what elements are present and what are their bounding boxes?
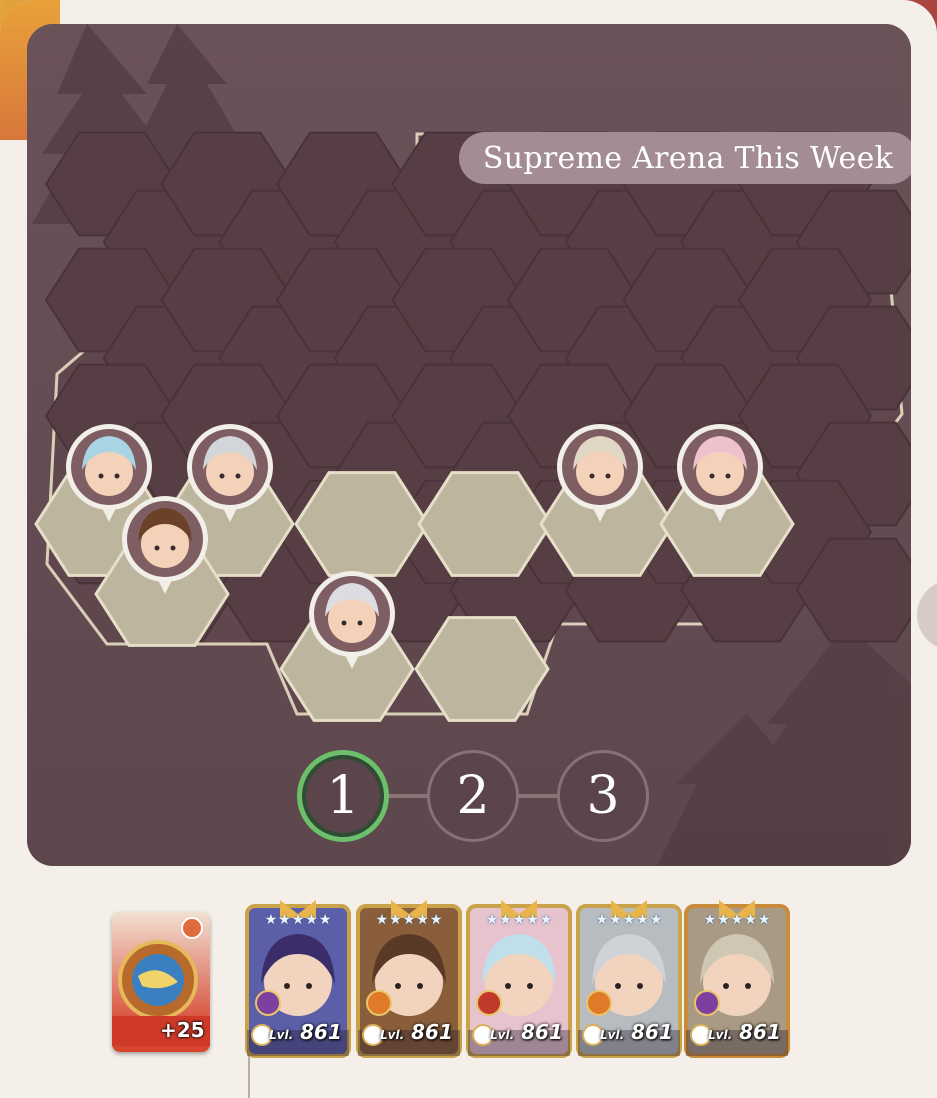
formation-board: Supreme Arena This Week 1 2 3 xyxy=(27,24,911,866)
faction-icon xyxy=(366,990,392,1016)
star-icon: ★ xyxy=(416,912,429,928)
star-icon: ★ xyxy=(526,912,539,928)
star-icon: ★ xyxy=(595,912,609,928)
faction-icon xyxy=(476,990,502,1016)
star-icon: ★ xyxy=(318,912,332,928)
star-icon: ★ xyxy=(264,912,278,928)
enemy-hero-pin[interactable] xyxy=(120,494,210,598)
faction-icon xyxy=(694,990,720,1016)
star-icon: ★ xyxy=(609,912,622,928)
enemy-hero-pin[interactable] xyxy=(675,422,765,526)
star-icon: ★ xyxy=(485,912,499,928)
hero-level: Lvl. 861 xyxy=(380,1020,453,1044)
star-icon: ★ xyxy=(512,912,526,928)
stage-1-button[interactable]: 1 xyxy=(297,750,389,842)
star-rating: ★ ★ ★ ★ ★ xyxy=(362,912,456,932)
team-hero-card[interactable]: ★ ★ ★ ★ ★ Lvl. 861 xyxy=(466,900,572,1060)
level-value: 861 xyxy=(300,1020,342,1044)
star-rating: ★ ★ ★ ★ ★ xyxy=(582,912,676,932)
enemy-hero-pin[interactable] xyxy=(307,569,397,673)
star-icon: ★ xyxy=(622,912,636,928)
arena-panel: Supreme Arena This Week 1 2 3 +25 ★ ★ ★ ★ ★ L… xyxy=(0,0,937,1098)
star-icon: ★ xyxy=(429,912,443,928)
level-prefix: Lvl. xyxy=(380,1028,405,1042)
hero-level: Lvl. 861 xyxy=(708,1020,781,1044)
level-prefix: Lvl. xyxy=(708,1028,733,1042)
level-prefix: Lvl. xyxy=(490,1028,515,1042)
stage-3-button[interactable]: 3 xyxy=(557,750,649,842)
level-prefix: Lvl. xyxy=(600,1028,625,1042)
team-hero-card[interactable]: ★ ★ ★ ★ ★ Lvl. 861 xyxy=(684,900,790,1060)
level-value: 861 xyxy=(521,1020,563,1044)
hero-level: Lvl. 861 xyxy=(269,1020,342,1044)
star-icon: ★ xyxy=(717,912,730,928)
level-value: 861 xyxy=(739,1020,781,1044)
star-icon: ★ xyxy=(402,912,416,928)
enemy-hero-pin[interactable] xyxy=(555,422,645,526)
faction-icon xyxy=(586,990,612,1016)
star-icon: ★ xyxy=(305,912,318,928)
hero-brown-curls-icon xyxy=(122,496,208,594)
star-icon: ★ xyxy=(649,912,663,928)
star-icon: ★ xyxy=(744,912,757,928)
star-rating: ★ ★ ★ ★ ★ xyxy=(690,912,784,932)
hero-level: Lvl. 861 xyxy=(600,1020,673,1044)
star-icon: ★ xyxy=(539,912,553,928)
hero-level: Lvl. 861 xyxy=(490,1020,563,1044)
hero-white-hair-headband-icon xyxy=(309,571,395,669)
hero-bearded-elder-icon xyxy=(557,424,643,522)
star-icon: ★ xyxy=(375,912,389,928)
arena-title: Supreme Arena This Week xyxy=(459,132,911,184)
level-value: 861 xyxy=(631,1020,673,1044)
star-icon: ★ xyxy=(499,912,512,928)
faction-icon xyxy=(255,990,281,1016)
artifact-card[interactable]: +25 xyxy=(112,912,210,1052)
artifact-bonus: +25 xyxy=(160,1018,205,1042)
star-icon: ★ xyxy=(389,912,402,928)
star-icon: ★ xyxy=(703,912,717,928)
side-expand-tab[interactable] xyxy=(917,580,937,650)
level-prefix: Lvl. xyxy=(269,1028,294,1042)
star-rating: ★ ★ ★ ★ ★ xyxy=(472,912,566,932)
hero-pink-hair-icon xyxy=(677,424,763,522)
star-icon: ★ xyxy=(291,912,305,928)
star-icon: ★ xyxy=(278,912,291,928)
level-value: 861 xyxy=(411,1020,453,1044)
team-hero-card[interactable]: ★ ★ ★ ★ ★ Lvl. 861 xyxy=(576,900,682,1060)
team-hero-card[interactable]: ★ ★ ★ ★ ★ Lvl. 861 xyxy=(245,900,351,1060)
star-icon: ★ xyxy=(636,912,649,928)
star-icon: ★ xyxy=(730,912,744,928)
star-rating: ★ ★ ★ ★ ★ xyxy=(251,912,345,932)
stage-2-button[interactable]: 2 xyxy=(427,750,519,842)
star-icon: ★ xyxy=(757,912,771,928)
team-hero-card[interactable]: ★ ★ ★ ★ ★ Lvl. 861 xyxy=(356,900,462,1060)
